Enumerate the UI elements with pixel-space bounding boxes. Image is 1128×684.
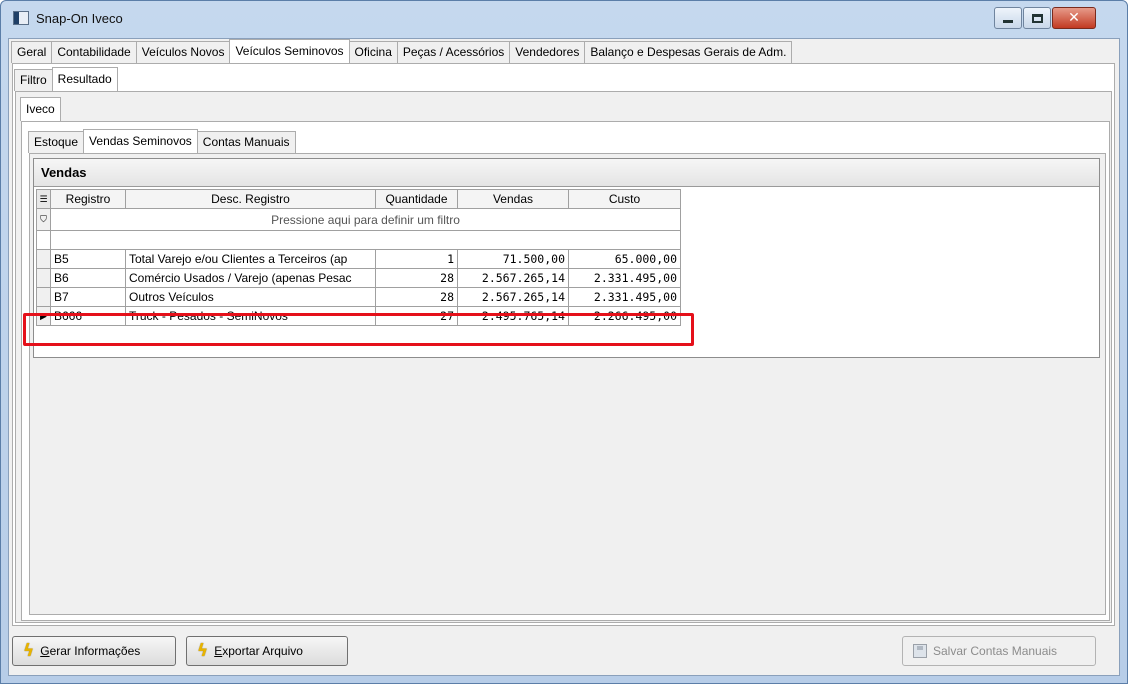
row-indicator[interactable] — [36, 249, 51, 269]
lightning-icon: ϟ — [197, 641, 209, 661]
table-row[interactable]: B7 Outros Veículos 28 2.567.265,14 2.331… — [36, 287, 681, 307]
table-row[interactable]: B5 Total Varejo e/ou Clientes a Terceiro… — [36, 249, 681, 269]
title-bar[interactable]: Snap-On Iveco ✕ — [1, 1, 1127, 37]
tab-veiculos-novos[interactable]: Veículos Novos — [135, 41, 231, 63]
gerar-informacoes-button[interactable]: ϟ Gerar Informações — [12, 636, 176, 666]
salvar-label: Salvar Contas Manuais — [933, 644, 1058, 658]
grid-spacer — [36, 230, 681, 250]
cell-registro[interactable]: B7 — [50, 287, 126, 307]
tab-iveco[interactable]: Iveco — [20, 97, 61, 121]
cell-registro[interactable]: B6 — [50, 268, 126, 288]
column-header-quantidade[interactable]: Quantidade — [375, 189, 458, 209]
column-header-vendas[interactable]: Vendas — [457, 189, 569, 209]
window-title: Snap-On Iveco — [36, 11, 123, 26]
group-title: Vendas — [34, 159, 1099, 187]
app-window: Snap-On Iveco ✕ Geral Contabilidade Veíc… — [0, 0, 1128, 684]
filter-icon[interactable]: ⛉ — [36, 208, 51, 231]
cell-quantidade[interactable]: 1 — [375, 249, 458, 269]
close-button[interactable]: ✕ — [1052, 7, 1096, 29]
tab-geral[interactable]: Geral — [11, 41, 53, 63]
maximize-icon — [1031, 13, 1043, 23]
tab-contas-manuais[interactable]: Contas Manuais — [196, 131, 296, 153]
tab-resultado[interactable]: Resultado — [51, 67, 118, 91]
app-icon[interactable] — [13, 11, 29, 25]
maximize-button[interactable] — [1023, 7, 1051, 29]
gerar-label: Gerar Informações — [40, 644, 141, 658]
cell-vendas[interactable]: 2.567.265,14 — [457, 268, 569, 288]
salvar-contas-manuais-button[interactable]: Salvar Contas Manuais — [902, 636, 1096, 666]
tab-pecas-acessorios[interactable]: Peças / Acessórios — [396, 41, 511, 63]
lightning-icon: ϟ — [23, 641, 35, 661]
tab-contabilidade[interactable]: Contabilidade — [51, 41, 137, 63]
cell-desc[interactable]: Total Varejo e/ou Clientes a Terceiros (… — [125, 249, 376, 269]
exportar-label: Exportar Arquivo — [214, 644, 303, 658]
column-header-registro[interactable]: Registro — [50, 189, 126, 209]
filter-hint[interactable]: Pressione aqui para definir um filtro — [50, 208, 681, 231]
minimize-button[interactable] — [994, 7, 1022, 29]
main-tabs: Geral Contabilidade Veículos Novos Veícu… — [11, 39, 793, 63]
tab-filtro[interactable]: Filtro — [14, 69, 53, 91]
tab-veiculos-seminovos[interactable]: Veículos Seminovos — [229, 39, 350, 63]
cell-registro[interactable]: B5 — [50, 249, 126, 269]
column-header-custo[interactable]: Custo — [568, 189, 681, 209]
grid-filter-row[interactable]: ⛉ Pressione aqui para definir um filtro — [36, 208, 681, 231]
row-indicator[interactable] — [36, 287, 51, 307]
cell-custo[interactable]: 2.331.495,00 — [568, 268, 681, 288]
inner-tab-panel: Vendas ☰ Registro Desc. Registro Quantid… — [29, 153, 1106, 615]
close-icon: ✕ — [1068, 10, 1080, 26]
grid-header-row: ☰ Registro Desc. Registro Quantidade Ven… — [36, 189, 681, 209]
vendas-grid[interactable]: ☰ Registro Desc. Registro Quantidade Ven… — [36, 189, 681, 326]
cell-desc[interactable]: Outros Veículos — [125, 287, 376, 307]
highlight-annotation — [23, 313, 694, 346]
row-indicator[interactable] — [36, 268, 51, 288]
cell-custo[interactable]: 65.000,00 — [568, 249, 681, 269]
table-row[interactable]: B6 Comércio Usados / Varejo (apenas Pesa… — [36, 268, 681, 288]
sub-tabs: Filtro Resultado — [14, 67, 118, 91]
cell-vendas[interactable]: 2.567.265,14 — [457, 287, 569, 307]
brand-tabs: Iveco — [20, 97, 61, 121]
tab-vendas-seminovos[interactable]: Vendas Seminovos — [83, 129, 198, 153]
exportar-arquivo-button[interactable]: ϟ Exportar Arquivo — [186, 636, 348, 666]
column-chooser-icon[interactable]: ☰ — [36, 189, 51, 209]
column-header-desc-registro[interactable]: Desc. Registro — [125, 189, 376, 209]
tab-oficina[interactable]: Oficina — [348, 41, 398, 63]
tab-balanco-despesas[interactable]: Balanço e Despesas Gerais de Adm. — [584, 41, 793, 63]
cell-quantidade[interactable]: 28 — [375, 268, 458, 288]
minimize-icon — [1003, 19, 1013, 23]
disk-icon — [913, 644, 927, 658]
tab-estoque[interactable]: Estoque — [28, 131, 85, 153]
cell-custo[interactable]: 2.331.495,00 — [568, 287, 681, 307]
cell-vendas[interactable]: 71.500,00 — [457, 249, 569, 269]
cell-desc[interactable]: Comércio Usados / Varejo (apenas Pesac — [125, 268, 376, 288]
cell-quantidade[interactable]: 28 — [375, 287, 458, 307]
inner-tabs: Estoque Vendas Seminovos Contas Manuais — [28, 129, 296, 153]
client-area: Geral Contabilidade Veículos Novos Veícu… — [8, 38, 1120, 676]
tab-vendedores[interactable]: Vendedores — [509, 41, 586, 63]
